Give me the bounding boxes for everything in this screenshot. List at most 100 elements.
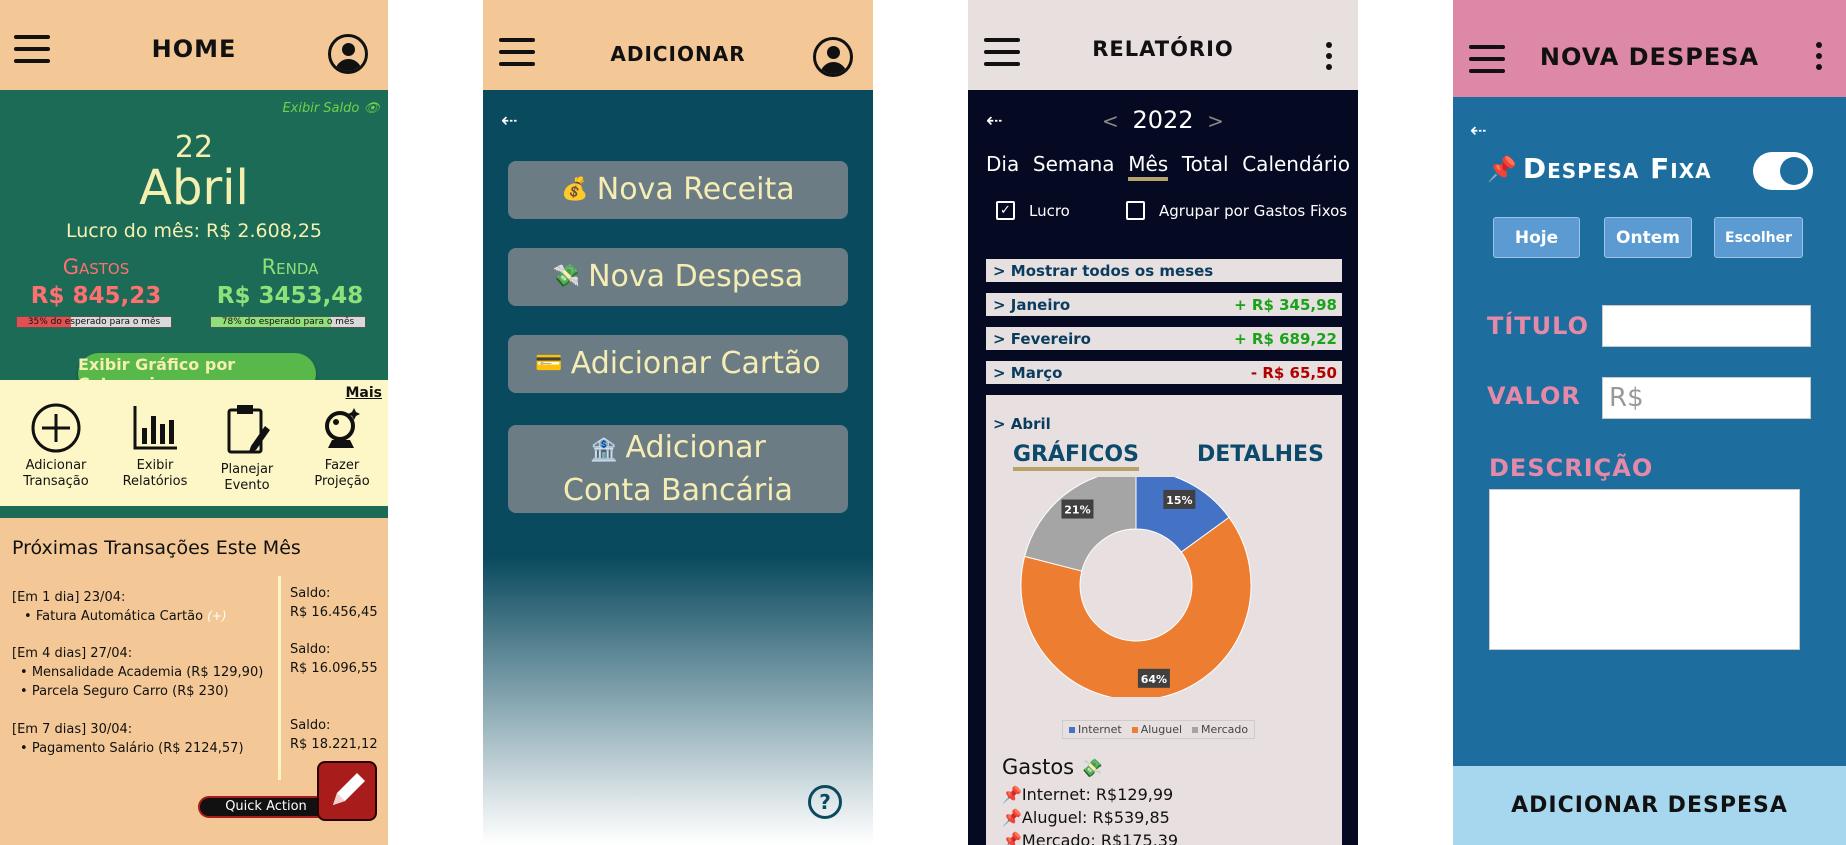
tab-details[interactable]: DETALHES bbox=[1197, 442, 1324, 467]
tab-total[interactable]: Total bbox=[1182, 152, 1229, 181]
saldo-block: Saldo: R$ 16.096,55 bbox=[290, 642, 378, 676]
plus-circle-icon bbox=[31, 403, 81, 453]
home-header: HOME bbox=[0, 0, 388, 90]
action-add-transaction[interactable]: Adicionar Transação bbox=[12, 402, 100, 490]
list-item[interactable]: 📌Internet: R$129,99 bbox=[1002, 783, 1178, 806]
saldo-value: R$ 16.456,45 bbox=[290, 605, 378, 620]
expenses-hint: 35% do esperado para o mês bbox=[27, 317, 161, 327]
clipboard-edit-icon bbox=[227, 405, 270, 454]
donut-label: 15% bbox=[1163, 489, 1196, 509]
pencil-icon bbox=[333, 773, 365, 805]
upcoming-group: [Em 1 dia] 23/04: • Fatura Automática Ca… bbox=[12, 588, 274, 626]
svg-text:21%: 21% bbox=[1064, 504, 1090, 517]
month-value: - R$ 65,50 bbox=[1250, 363, 1337, 382]
month-row-fevereiro[interactable]: > Fevereiro + R$ 689,22 bbox=[986, 327, 1342, 350]
prev-year-button[interactable]: < bbox=[1102, 109, 1119, 133]
saldo-block: Saldo: R$ 16.456,45 bbox=[290, 586, 378, 620]
quick-action-button[interactable] bbox=[317, 761, 377, 821]
tab-month[interactable]: Mês bbox=[1128, 152, 1169, 181]
list-item[interactable]: • Mensalidade Academia (R$ 129,90) bbox=[12, 663, 274, 682]
title-label: TÍTULO bbox=[1487, 312, 1589, 340]
credit-card-icon: 💳 bbox=[535, 351, 563, 376]
action-plan-event[interactable]: Planejar Evento bbox=[203, 402, 291, 494]
profile-icon[interactable] bbox=[328, 34, 368, 74]
group-fixed-checkbox[interactable]: Agrupar por Gastos Fixos bbox=[1126, 201, 1347, 220]
group-head: [Em 1 dia] 23/04: bbox=[12, 590, 126, 605]
add-bank-account-button[interactable]: 🏦 Adicionar Conta Bancária bbox=[508, 425, 848, 513]
profit-checkbox[interactable]: ✓ Lucro bbox=[996, 201, 1070, 220]
list-item[interactable]: • Pagamento Salário (R$ 2124,57) bbox=[12, 739, 274, 758]
menu-icon[interactable] bbox=[984, 38, 1020, 68]
saldo-value: R$ 18.221,12 bbox=[290, 737, 378, 752]
back-arrow-icon[interactable]: ⇠ bbox=[1470, 118, 1487, 142]
description-textarea[interactable] bbox=[1489, 489, 1800, 650]
value-input[interactable]: R$ bbox=[1602, 377, 1811, 419]
list-item[interactable]: 📌Mercado: R$175,39 bbox=[1002, 829, 1178, 845]
date-yesterday-button[interactable]: Ontem bbox=[1604, 217, 1692, 258]
saldo-divider bbox=[278, 576, 281, 780]
group-head: [Em 4 dias] 27/04: bbox=[12, 646, 133, 661]
checkbox-unchecked[interactable] bbox=[1126, 201, 1145, 220]
month-profit: Lucro do mês: R$ 2.608,25 bbox=[66, 220, 322, 242]
new-income-button[interactable]: 💰 Nova Receita bbox=[508, 161, 848, 219]
action-show-reports[interactable]: Exibir Relatórios bbox=[111, 402, 199, 490]
menu-icon[interactable] bbox=[14, 35, 50, 65]
menu-icon[interactable] bbox=[499, 38, 535, 68]
income-hint: 78% do esperado para o mês bbox=[221, 317, 355, 327]
april-label[interactable]: > Abril bbox=[993, 415, 1051, 433]
add-screen: ADICIONAR ⇠ 💰 Nova Receita 💸 Nova Despesa … bbox=[483, 0, 873, 845]
expenses-value: R$ 845,23 bbox=[30, 283, 162, 309]
action-make-projection[interactable]: Fazer Projeção bbox=[298, 402, 386, 490]
page-title: HOME bbox=[151, 35, 237, 63]
add-expense-button[interactable]: ADICIONAR DESPESA bbox=[1453, 766, 1846, 845]
value-placeholder: R$ bbox=[1609, 383, 1644, 413]
tab-calendar[interactable]: Calendário bbox=[1242, 152, 1350, 181]
month-value: + R$ 689,22 bbox=[1234, 329, 1337, 348]
list-item[interactable]: • Parcela Seguro Carro (R$ 230) bbox=[12, 682, 274, 701]
april-panel: > Abril GRÁFICOS DETALHES 15% 64% 21% Inte… bbox=[986, 395, 1342, 845]
quick-action-label[interactable]: Quick Action bbox=[198, 796, 334, 818]
chart-legend: Internet Aluguel Mercado bbox=[1062, 720, 1256, 739]
date-choose-button[interactable]: Escolher bbox=[1714, 217, 1803, 258]
list-item[interactable]: 📌Aluguel: R$539,85 bbox=[1002, 806, 1178, 829]
expand-link[interactable]: (+) bbox=[207, 609, 226, 623]
action-label: Adicionar Transação bbox=[23, 458, 89, 489]
fixed-expense-toggle[interactable] bbox=[1753, 152, 1813, 190]
month-row-marco[interactable]: > Março - R$ 65,50 bbox=[986, 361, 1342, 384]
menu-icon[interactable] bbox=[1469, 45, 1505, 75]
home-divider bbox=[0, 506, 388, 518]
description-label: DESCRIÇÃO bbox=[1489, 454, 1654, 482]
tab-charts[interactable]: GRÁFICOS bbox=[1013, 442, 1139, 471]
show-all-months[interactable]: > Mostrar todos os meses bbox=[986, 259, 1342, 282]
checkbox-checked[interactable]: ✓ bbox=[996, 201, 1015, 220]
income-label: Renda bbox=[261, 255, 319, 279]
expenses-label: Gastos bbox=[62, 255, 130, 279]
title-input[interactable] bbox=[1602, 305, 1811, 347]
action-label: Planejar Evento bbox=[220, 462, 274, 493]
upcoming-group: [Em 7 dias] 30/04: • Pagamento Salário (… bbox=[12, 720, 274, 758]
profile-icon[interactable] bbox=[813, 37, 853, 77]
legend-item: Aluguel bbox=[1131, 723, 1182, 736]
pin-icon: 📌 bbox=[1002, 785, 1022, 804]
more-link[interactable]: Mais bbox=[345, 385, 382, 401]
help-icon[interactable]: ? bbox=[808, 785, 842, 819]
expenses-title: Gastos 💸 bbox=[1002, 755, 1104, 779]
date-today-button[interactable]: Hoje bbox=[1493, 217, 1580, 258]
tab-day[interactable]: Dia bbox=[986, 152, 1019, 181]
more-options-icon[interactable] bbox=[1816, 42, 1824, 75]
add-header: ADICIONAR bbox=[483, 0, 873, 90]
back-arrow-icon[interactable]: ⇠ bbox=[501, 108, 518, 132]
new-expense-button[interactable]: 💸 Nova Despesa bbox=[508, 248, 848, 306]
month-row-janeiro[interactable]: > Janeiro + R$ 345,98 bbox=[986, 293, 1342, 316]
next-year-button[interactable]: > bbox=[1207, 109, 1224, 133]
action-label: Fazer Projeção bbox=[314, 458, 370, 489]
upcoming-title: Próximas Transações Este Mês bbox=[12, 537, 301, 559]
tab-week[interactable]: Semana bbox=[1033, 152, 1115, 181]
month-name: Abril bbox=[139, 160, 249, 216]
report-header: RELATÓRIO bbox=[968, 0, 1358, 90]
more-options-icon[interactable] bbox=[1326, 42, 1334, 75]
expense-list: 📌Internet: R$129,99 📌Aluguel: R$539,85 📌… bbox=[1002, 783, 1178, 845]
show-balance-toggle[interactable]: Exibir Saldo 👁 bbox=[282, 101, 380, 116]
list-item[interactable]: • Fatura Automática Cartão (+) bbox=[12, 607, 274, 626]
add-card-button[interactable]: 💳 Adicionar Cartão bbox=[508, 335, 848, 393]
